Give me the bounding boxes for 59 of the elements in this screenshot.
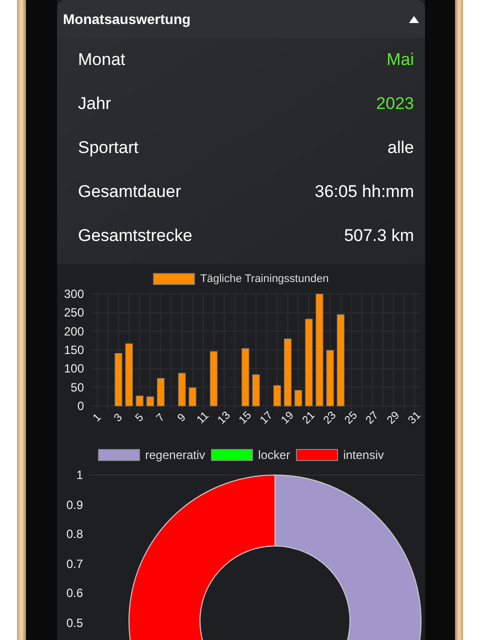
bar (178, 372, 186, 406)
axis-tick-label: 5 (133, 412, 146, 424)
axis-tick-label: 50 (70, 380, 84, 394)
row-label: Gesamtdauer (78, 181, 181, 204)
axis-tick-label: 25 (342, 409, 360, 427)
axis-tick-label: 17 (258, 409, 276, 427)
axis-tick-label: 31 (406, 409, 424, 427)
row-label: Gesamtstrecke (78, 225, 192, 248)
bar (156, 378, 165, 406)
row-label: Jahr (78, 93, 112, 116)
axis-tick-label: 0.7 (66, 556, 83, 573)
axis-tick-label: 100 (64, 362, 84, 376)
row-value: 507.3 km (344, 225, 414, 248)
axis-tick-label: 11 (194, 410, 212, 426)
bar (294, 390, 302, 406)
row-value: alle (388, 137, 414, 160)
axis-tick-label: 9 (176, 412, 188, 424)
legend-label: intensiv (343, 447, 384, 464)
row-label: Monat (78, 49, 126, 72)
axis-tick-label: 15 (236, 409, 254, 427)
bar (252, 374, 260, 406)
axis-tick-label: 29 (384, 409, 402, 427)
axis-tick-label: 0.8 (66, 527, 83, 544)
bar (125, 343, 133, 406)
axis-tick-label: 21 (300, 409, 318, 427)
panel-header[interactable]: Monatsauswertung (57, 0, 425, 38)
picker-value[interactable]: 2023 (376, 91, 414, 117)
axis-tick-label: 1 (90, 412, 104, 424)
bar (188, 387, 196, 406)
picker-value[interactable]: Mai (386, 47, 414, 73)
bar (114, 353, 122, 406)
axis-tick-label: 0.9 (66, 498, 83, 514)
axis-tick-label: 19 (279, 409, 296, 427)
bar (210, 351, 218, 406)
axis-tick-label: 0.5 (66, 616, 83, 632)
axis-tick-label: 150 (64, 343, 84, 357)
axis-tick-label: 13 (216, 409, 233, 427)
bar (242, 348, 250, 406)
axis-tick-label: 27 (364, 409, 381, 427)
bar (136, 396, 144, 406)
legend-label: Tägliche Trainingsstunden (200, 272, 329, 287)
axis-tick-label: 0.6 (66, 586, 83, 602)
axis-tick-label: 0 (77, 399, 84, 413)
axis-tick-label: 300 (64, 288, 84, 301)
axis-tick-label: 23 (322, 409, 339, 427)
bar (326, 350, 334, 406)
legend-label: locker (258, 447, 290, 464)
bar (146, 396, 154, 406)
bar (273, 385, 281, 406)
row-label: Sportart (78, 137, 138, 160)
axis-tick-label: 1 (76, 468, 83, 484)
panel-title: Monatsauswertung (63, 10, 191, 29)
axis-tick-label: 7 (154, 412, 168, 424)
bar (284, 338, 292, 406)
legend-label: regenerativ (145, 447, 206, 464)
axis-tick-label: 3 (112, 412, 125, 424)
axis-tick-label: 250 (64, 306, 84, 320)
row-value: 36:05 hh:mm (314, 181, 414, 204)
axis-tick-label: 200 (64, 324, 84, 338)
